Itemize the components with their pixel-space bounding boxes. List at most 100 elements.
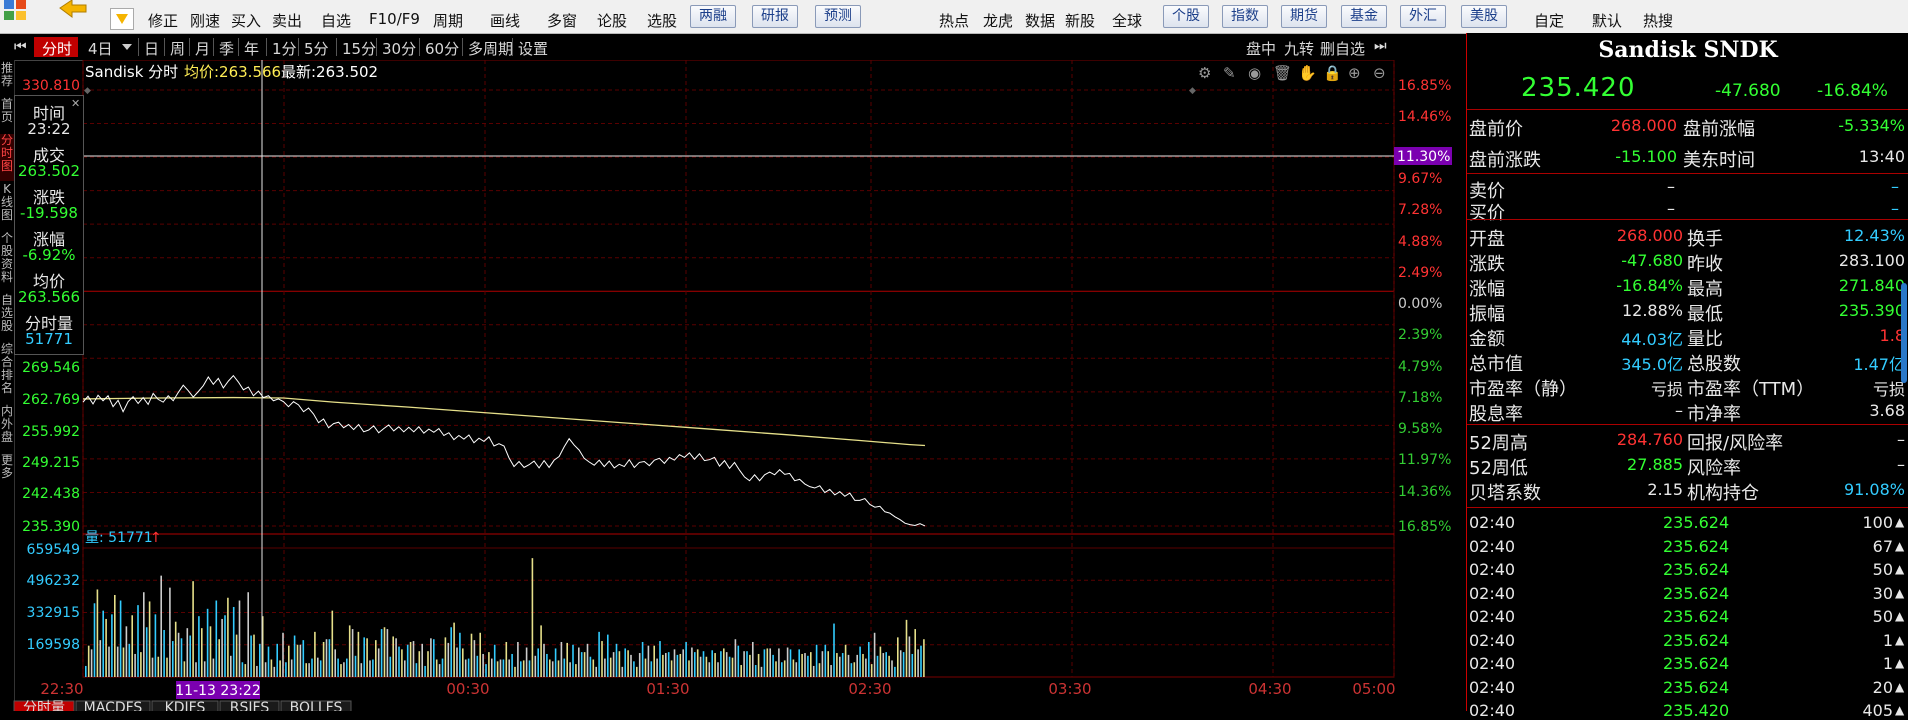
volume-bar: [264, 662, 267, 677]
toolbar-item-3[interactable]: 卖出: [272, 10, 302, 31]
volume-bar: [673, 649, 676, 677]
period-tab-7[interactable]: 1分: [272, 38, 297, 59]
toolbar-item-12[interactable]: 龙虎: [983, 10, 1013, 31]
intraday-chart[interactable]: Sandisk 分时 均价:263.566 最新:263.502 ⚙ ✎ ◉ 🗑 ✋ 🔒 ⊕ ⊖ ◆…: [0, 60, 1466, 711]
period-tab-12[interactable]: 多周期: [468, 38, 513, 59]
indicator-tab-3[interactable]: RSIFS: [230, 700, 270, 711]
tick-volume: 1: [1882, 630, 1893, 650]
back-arrow-icon[interactable]: [58, 0, 88, 20]
close-panel-icon[interactable]: ✕: [71, 97, 80, 110]
toolbar-button-1[interactable]: 研报: [752, 5, 798, 28]
toolbar-item-2[interactable]: 买入: [231, 10, 261, 31]
period-tab-1[interactable]: 4日: [88, 38, 113, 59]
toolbar-button-2[interactable]: 预测: [815, 5, 861, 28]
volume-bar: [563, 658, 566, 677]
volume-bar: [908, 636, 911, 677]
toolbar-item-18[interactable]: 热搜: [1643, 10, 1673, 31]
period-dropdown-icon[interactable]: [122, 44, 132, 50]
volume-bar: [586, 643, 589, 677]
lock-icon[interactable]: 🔒: [1323, 64, 1342, 82]
toolbar-button-6[interactable]: 基金: [1341, 5, 1387, 28]
stat-label2-9: 风险率: [1687, 458, 1741, 479]
volume-bar: [473, 640, 476, 677]
period-right-0[interactable]: 盘中: [1246, 38, 1276, 59]
toolbar-item-5[interactable]: F10/F9: [369, 10, 420, 28]
volume-bar: [905, 619, 908, 677]
volume-bar: [685, 641, 687, 677]
tick-volume: 30: [1872, 583, 1893, 603]
indicator-tab-4[interactable]: BOLLFS: [290, 700, 343, 711]
indicator-tab-2[interactable]: KDJFS: [165, 700, 206, 711]
trash-icon[interactable]: 🗑: [1273, 64, 1292, 82]
last-price: 235.420: [1521, 73, 1636, 103]
collapse-panel-icon[interactable]: ⏭: [1374, 38, 1387, 54]
gear-icon[interactable]: ⚙: [1198, 64, 1211, 82]
period-tab-4[interactable]: 月: [195, 38, 210, 59]
tick-up-arrow-icon: ▲: [1895, 609, 1905, 623]
toolbar-item-17[interactable]: 默认: [1592, 10, 1622, 31]
period-right-1[interactable]: 九转: [1284, 38, 1314, 59]
down-arrow-icon[interactable]: [110, 8, 134, 30]
volume-bar: [902, 652, 905, 677]
indicator-tab-0[interactable]: 分时量: [23, 700, 65, 711]
volume-bar: [314, 631, 316, 677]
panel-scrollbar[interactable]: [1901, 283, 1907, 383]
toolbar-item-16[interactable]: 自定: [1534, 10, 1564, 31]
toolbar-button-7[interactable]: 外汇: [1400, 5, 1446, 28]
hand-icon[interactable]: ✋: [1298, 64, 1317, 82]
volume-bar: [317, 657, 319, 677]
volume-bar: [206, 608, 209, 677]
toolbar-item-4[interactable]: 自选: [321, 10, 351, 31]
toolbar-item-8[interactable]: 多窗: [547, 10, 577, 31]
period-tab-9[interactable]: 15分: [342, 38, 376, 59]
toolbar-item-11[interactable]: 热点: [939, 10, 969, 31]
stat-value2-1: 283.100: [1838, 251, 1905, 270]
toolbar-button-3[interactable]: 个股: [1163, 5, 1209, 28]
zoom-out-icon[interactable]: ⊖: [1373, 64, 1386, 82]
toolbar-button-5[interactable]: 期货: [1281, 5, 1327, 28]
volume-bar: [914, 629, 916, 677]
period-tab-5[interactable]: 季: [219, 38, 234, 59]
pen-icon[interactable]: ✎: [1223, 64, 1236, 82]
indicator-tab-1[interactable]: MACDFS: [84, 700, 143, 711]
volume-bar: [580, 652, 583, 677]
volume-bar: [212, 658, 215, 677]
app-logo-icon[interactable]: [0, 0, 32, 22]
period-tab-3[interactable]: 周: [170, 38, 185, 59]
period-tab-11[interactable]: 60分: [425, 38, 459, 59]
toolbar-item-9[interactable]: 论股: [597, 10, 627, 31]
bidask-value2-1: –: [1891, 199, 1899, 218]
period-tab-6[interactable]: 年: [244, 38, 259, 59]
period-right-2[interactable]: 删自选: [1320, 38, 1365, 59]
period-tab-13[interactable]: 设置: [518, 38, 548, 59]
toolbar-item-7[interactable]: 画线: [490, 10, 520, 31]
toolbar-button-8[interactable]: 美股: [1461, 5, 1507, 28]
volume-bar: [351, 629, 354, 677]
toolbar-item-0[interactable]: 修正: [148, 10, 178, 31]
volume-bar: [665, 653, 667, 677]
toolbar-item-10[interactable]: 选股: [647, 10, 677, 31]
toolbar-button-4[interactable]: 指数: [1222, 5, 1268, 28]
period-tab-8[interactable]: 5分: [304, 38, 329, 59]
toolbar-item-6[interactable]: 周期: [433, 10, 463, 31]
toolbar-item-14[interactable]: 新股: [1065, 10, 1095, 31]
play-prev-icon[interactable]: ⏮: [14, 39, 27, 55]
period-tab-2[interactable]: 日: [144, 38, 159, 59]
stat-label2-10: 机构持仓: [1687, 483, 1759, 504]
period-separator: [298, 38, 299, 56]
toolbar-item-15[interactable]: 全球: [1112, 10, 1142, 31]
eye-icon[interactable]: ◉: [1248, 64, 1261, 82]
period-tab-10[interactable]: 30分: [382, 38, 416, 59]
toolbar-button-0[interactable]: 两融: [690, 5, 736, 28]
volume-bar: [801, 653, 803, 677]
stat-value2-6: 亏损: [1872, 380, 1905, 399]
volume-bar: [383, 627, 386, 677]
volume-bar: [670, 660, 673, 677]
zoom-in-icon[interactable]: ⊕: [1348, 64, 1361, 82]
toolbar-item-1[interactable]: 刚速: [190, 10, 220, 31]
volume-bar: [409, 641, 412, 677]
volume-bar: [201, 628, 203, 677]
volume-bar: [395, 638, 397, 677]
period-tab-0[interactable]: 分时: [42, 38, 72, 59]
toolbar-item-13[interactable]: 数据: [1025, 10, 1055, 31]
